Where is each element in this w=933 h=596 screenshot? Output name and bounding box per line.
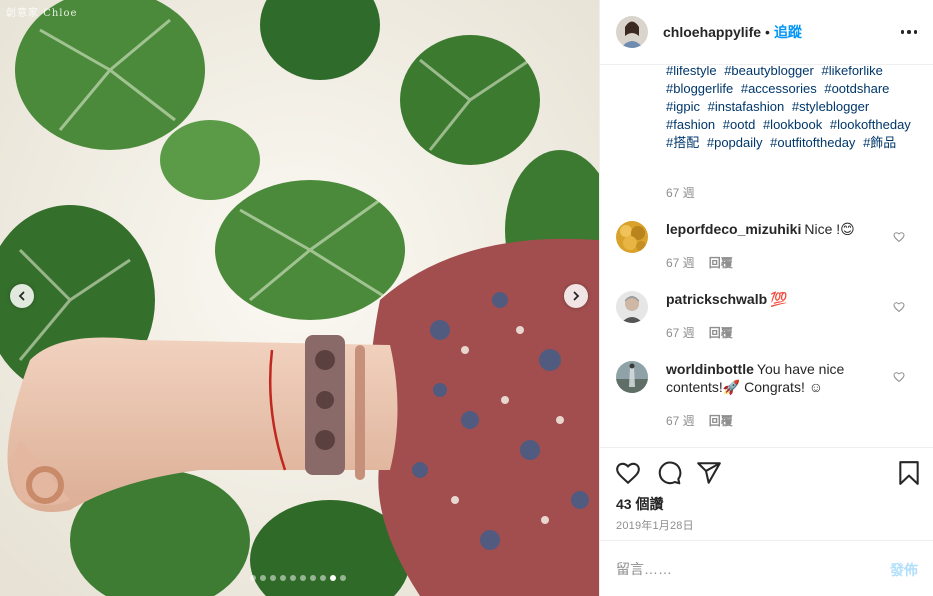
- hashtag-link[interactable]: #bloggerlife: [666, 81, 733, 96]
- post-comment-button[interactable]: 發佈: [890, 560, 918, 580]
- carousel-next-button[interactable]: [564, 284, 588, 308]
- more-dot: [913, 30, 918, 34]
- hashtag-link[interactable]: #lookoftheday: [830, 117, 911, 132]
- comment-username[interactable]: worldinbottle: [666, 361, 754, 377]
- comment-body: patrickschwalb 💯: [666, 290, 888, 308]
- carousel-dot: [320, 575, 326, 581]
- avatar-image: [616, 16, 648, 48]
- avatar-image: [616, 291, 648, 323]
- carousel-dot: [300, 575, 306, 581]
- comment-username[interactable]: patrickschwalb: [666, 291, 767, 307]
- comment-input[interactable]: [616, 558, 866, 580]
- more-horizontal-icon: [900, 30, 905, 34]
- photo-image: [0, 0, 599, 596]
- more-options-button[interactable]: [898, 22, 920, 42]
- hashtag-link[interactable]: #fashion: [666, 117, 715, 132]
- comment-text: 💯: [770, 291, 788, 307]
- bookmark-icon[interactable]: [896, 460, 922, 486]
- chevron-right-icon: [573, 291, 580, 301]
- hashtag-link[interactable]: #lifestyle: [666, 66, 717, 78]
- post-photo[interactable]: 創意家 Chloe: [0, 0, 599, 596]
- comment-text: Nice !😊: [804, 221, 855, 237]
- carousel-dot: [310, 575, 316, 581]
- caption-time: 67 週: [666, 186, 695, 200]
- hashtag-link[interactable]: #ootd: [723, 117, 756, 132]
- hashtag-link[interactable]: #飾品: [863, 135, 896, 150]
- hashtag-link[interactable]: #ootdshare: [824, 81, 889, 96]
- header-separator: •: [765, 24, 770, 40]
- more-dot: [907, 30, 911, 34]
- hashtag-link[interactable]: #likeforlike: [821, 66, 882, 78]
- comment-icon[interactable]: [656, 460, 682, 486]
- share-icon[interactable]: [696, 460, 722, 486]
- carousel-dot: [290, 575, 296, 581]
- author-avatar[interactable]: [616, 16, 648, 48]
- reply-button[interactable]: 回覆: [709, 324, 733, 341]
- hashtag-link[interactable]: #beautyblogger: [724, 66, 814, 78]
- photo-watermark: 創意家 Chloe: [6, 8, 78, 19]
- comment-meta: 67 週 回覆: [666, 412, 733, 429]
- hashtag-link[interactable]: #styleblogger: [792, 99, 869, 114]
- heart-icon[interactable]: [893, 231, 905, 243]
- comments-scroll-area[interactable]: #lifestyle #beautyblogger #likeforlike #…: [600, 66, 933, 447]
- comment-meta: 67 週 回覆: [666, 324, 733, 341]
- heart-icon[interactable]: [893, 301, 905, 313]
- heart-icon[interactable]: [893, 371, 905, 383]
- post-header: chloehappylife • 追蹤: [600, 0, 933, 65]
- carousel-dot: [270, 575, 276, 581]
- commenter-avatar[interactable]: [616, 291, 648, 323]
- commenter-avatar[interactable]: [616, 361, 648, 393]
- hashtag-link[interactable]: #搭配: [666, 135, 699, 150]
- hashtag-link[interactable]: #accessories: [741, 81, 817, 96]
- carousel-dot: [260, 575, 266, 581]
- reply-button[interactable]: 回覆: [709, 254, 733, 271]
- commenter-avatar[interactable]: [616, 221, 648, 253]
- add-comment-bar: 發佈: [600, 540, 933, 596]
- hashtag-link[interactable]: #outfitoftheday: [770, 135, 855, 150]
- chevron-left-icon: [18, 291, 25, 301]
- carousel-dot: [340, 575, 346, 581]
- carousel-dot: [250, 575, 256, 581]
- post-actions: 43 個讚 2019年1月28日: [600, 447, 933, 539]
- comment-body: leporfdeco_mizuhiki Nice !😊: [666, 220, 888, 238]
- avatar-image: [616, 221, 648, 253]
- hashtag-link[interactable]: #lookbook: [763, 117, 822, 132]
- avatar-image: [616, 361, 648, 393]
- comment-time: 67 週: [666, 256, 695, 270]
- follow-button[interactable]: 追蹤: [774, 22, 802, 42]
- hashtag-link[interactable]: #popdaily: [707, 135, 763, 150]
- author-username[interactable]: chloehappylife: [663, 24, 761, 40]
- hashtag-link[interactable]: #instafashion: [708, 99, 785, 114]
- post-date[interactable]: 2019年1月28日: [616, 517, 694, 533]
- reply-button[interactable]: 回覆: [709, 412, 733, 429]
- comment-time: 67 週: [666, 326, 695, 340]
- hashtag-link[interactable]: #igpic: [666, 99, 700, 114]
- carousel-indicator: [250, 575, 346, 581]
- comment-time: 67 週: [666, 414, 695, 428]
- carousel-prev-button[interactable]: [10, 284, 34, 308]
- comment-meta: 67 週 回覆: [666, 254, 733, 271]
- carousel-dot-active: [330, 575, 336, 581]
- post-panel: chloehappylife • 追蹤 #lifestyle #beautybl…: [599, 0, 933, 596]
- comment-body: worldinbottle You have nice contents!🚀 Co…: [666, 360, 888, 396]
- comment-username[interactable]: leporfdeco_mizuhiki: [666, 221, 801, 237]
- like-count[interactable]: 43 個讚: [616, 494, 663, 514]
- heart-icon[interactable]: [615, 460, 641, 486]
- carousel-dot: [280, 575, 286, 581]
- post-caption: #lifestyle #beautyblogger #likeforlike #…: [666, 66, 922, 152]
